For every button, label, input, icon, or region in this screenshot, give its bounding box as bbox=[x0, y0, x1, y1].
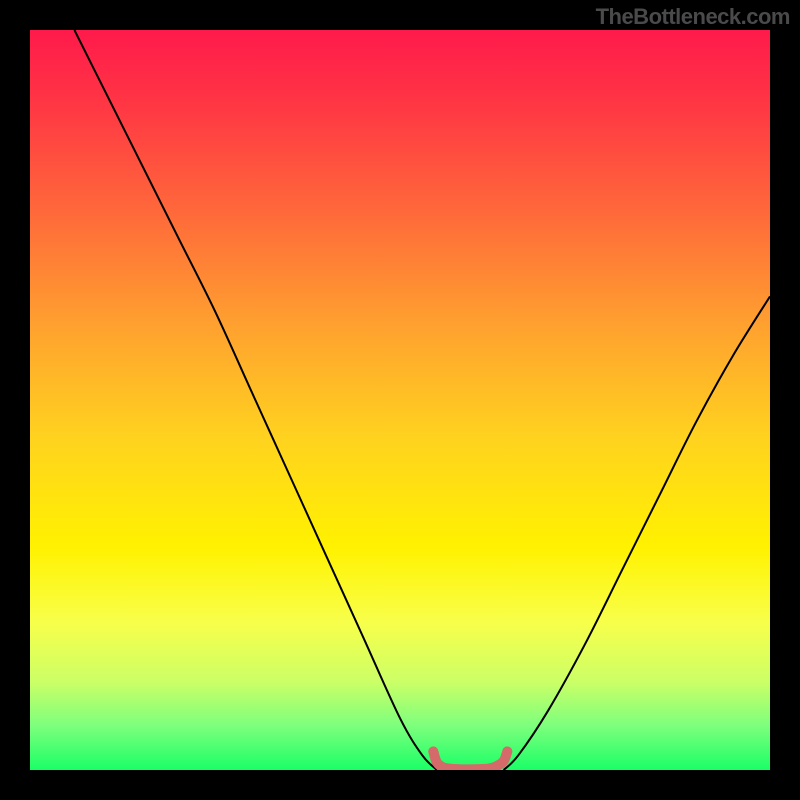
chart-frame: TheBottleneck.com bbox=[0, 0, 800, 800]
highlight-end-dot bbox=[502, 747, 512, 757]
gradient-background bbox=[30, 30, 770, 770]
plot-area bbox=[30, 30, 770, 770]
highlight-start-dot bbox=[428, 747, 438, 757]
watermark-text: TheBottleneck.com bbox=[596, 4, 790, 30]
chart-svg bbox=[30, 30, 770, 770]
